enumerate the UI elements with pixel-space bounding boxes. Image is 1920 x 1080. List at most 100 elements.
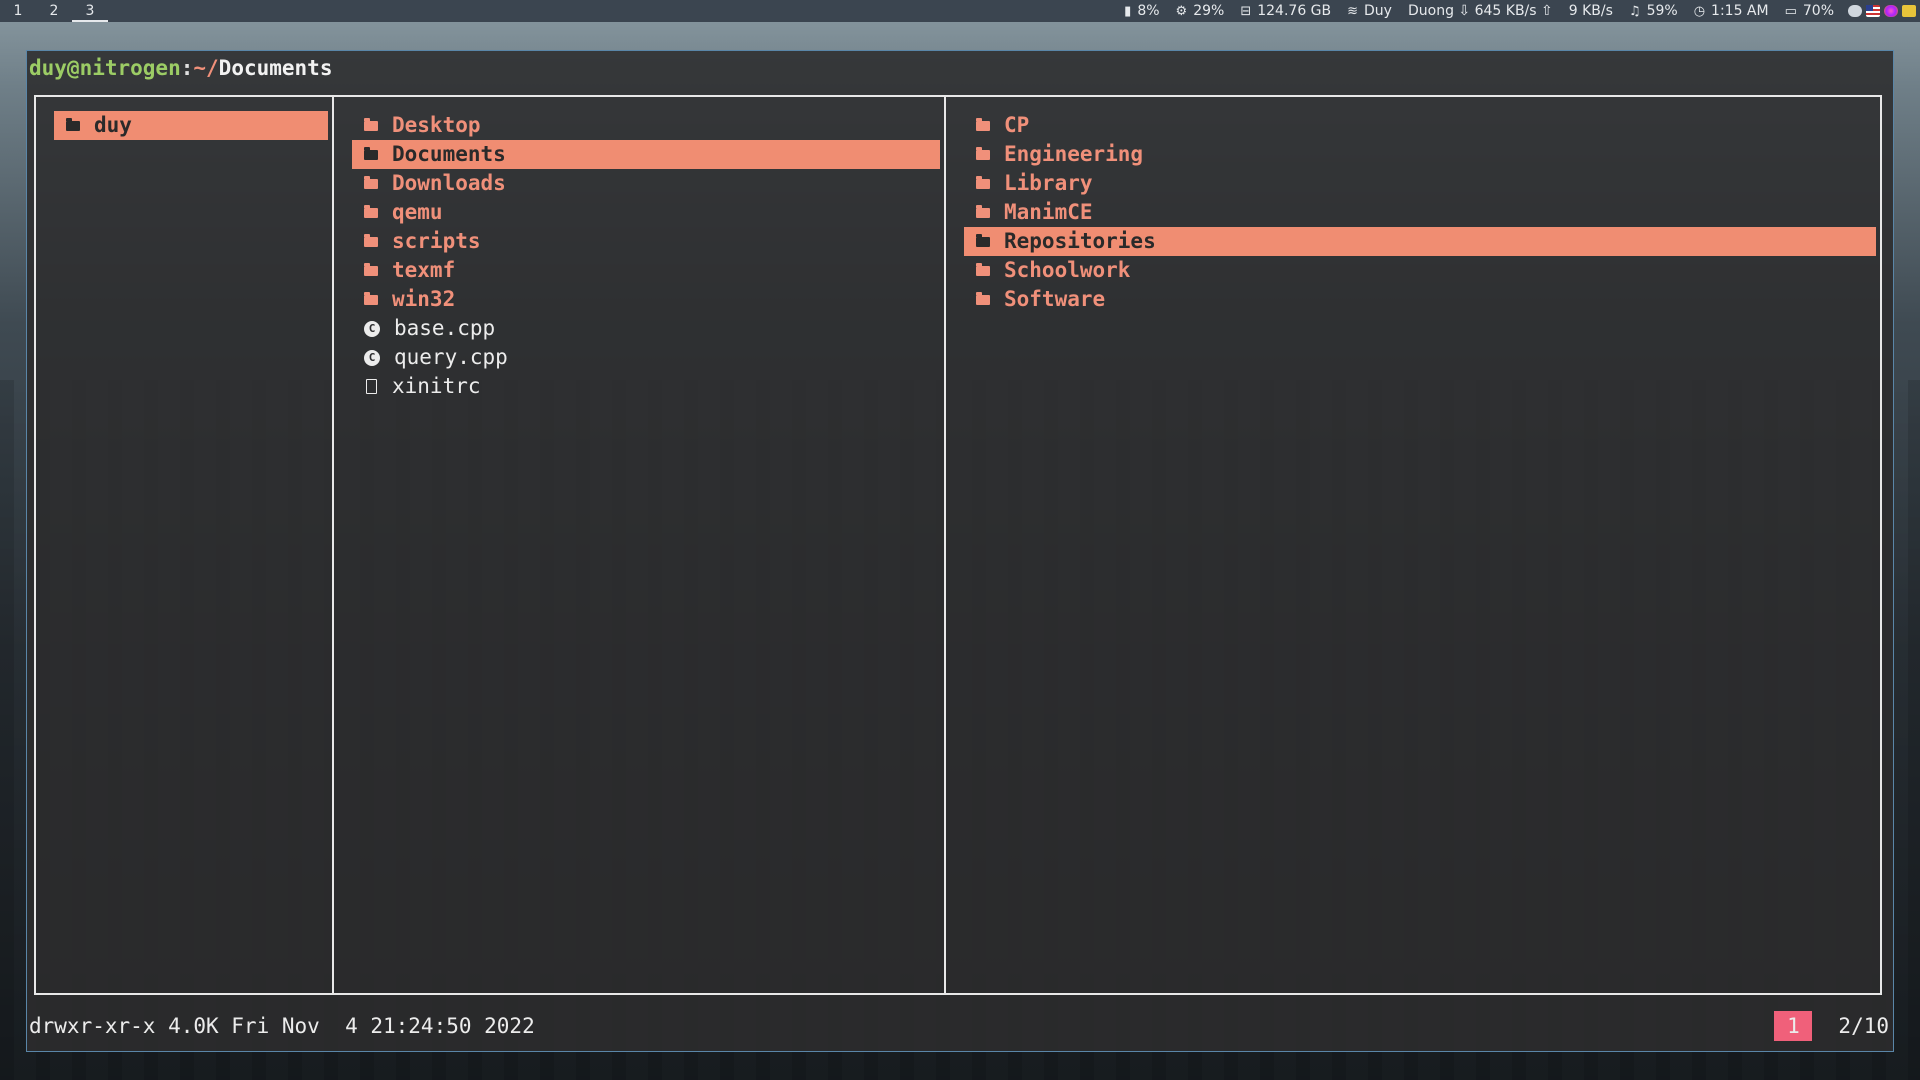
- item-name: duy: [94, 113, 132, 137]
- folder-icon: [976, 262, 990, 276]
- cpp-file-icon: C: [364, 349, 380, 366]
- folder-icon: [364, 291, 378, 305]
- cpu-value: 29%: [1193, 3, 1225, 19]
- list-item[interactable]: scripts: [352, 227, 940, 256]
- list-item[interactable]: Documents: [352, 140, 940, 169]
- item-name: Repositories: [1004, 229, 1156, 253]
- folder-icon: [66, 117, 80, 131]
- clock-value: 1:15 AM: [1711, 3, 1769, 19]
- prompt-directory: Documents: [218, 56, 333, 80]
- item-name: qemu: [392, 200, 443, 224]
- item-name: CP: [1004, 113, 1030, 137]
- list-item[interactable]: ManimCE: [964, 198, 1876, 227]
- current-directory-column: Desktop Documents Downloads qemu scripts: [334, 97, 946, 993]
- volume-module[interactable]: ♫ 59%: [1629, 3, 1678, 19]
- folder-icon: [976, 291, 990, 305]
- cpu-icon: ⚙: [1175, 3, 1188, 19]
- item-name: Desktop: [392, 113, 481, 137]
- status-right: 1 2/10: [1774, 1011, 1889, 1041]
- wifi-icon: ≋: [1347, 3, 1359, 19]
- item-name: Engineering: [1004, 142, 1144, 166]
- folder-icon: [976, 175, 990, 189]
- prompt-colon: :: [180, 56, 194, 80]
- folder-icon: [976, 204, 990, 218]
- workspace-1[interactable]: 1: [0, 0, 36, 22]
- battery-icon: ▭: [1784, 3, 1797, 19]
- item-name: texmf: [392, 258, 456, 282]
- disk-module: ⊟ 124.76 GB: [1240, 3, 1331, 19]
- item-name: win32: [392, 287, 456, 311]
- folder-icon: [364, 117, 378, 131]
- list-item[interactable]: C query.cpp: [352, 343, 940, 372]
- list-item[interactable]: Repositories: [964, 227, 1876, 256]
- us-flag-tray-icon[interactable]: [1866, 5, 1880, 17]
- clock-icon: ◷: [1693, 3, 1706, 19]
- battery-module: ▭ 70%: [1785, 3, 1834, 19]
- cursor-position: 2/10: [1838, 1014, 1889, 1038]
- terminal-window[interactable]: duy@nitrogen:~/Documents duy Desktop Doc…: [26, 50, 1894, 1052]
- wifi-value: Duy: [1364, 3, 1392, 19]
- workspace-switcher: 1 2 3: [0, 0, 108, 22]
- folder-icon: [364, 175, 378, 189]
- item-name: query.cpp: [394, 345, 508, 369]
- color-picker-tray-icon[interactable]: [1884, 5, 1898, 17]
- folder-icon: [976, 233, 990, 247]
- tab-indicator[interactable]: 1: [1774, 1011, 1813, 1041]
- list-item[interactable]: Software: [964, 285, 1876, 314]
- system-tray: [1844, 5, 1916, 17]
- disk-value: 124.76 GB: [1257, 3, 1332, 19]
- list-item[interactable]: C base.cpp: [352, 314, 940, 343]
- upload-module: 9 KB/s: [1569, 3, 1613, 19]
- list-item[interactable]: Downloads: [352, 169, 940, 198]
- list-item[interactable]: win32: [352, 285, 940, 314]
- list-item[interactable]: duy: [54, 111, 328, 140]
- memory-value: 8%: [1137, 3, 1160, 19]
- volume-value: 59%: [1646, 3, 1678, 19]
- list-item[interactable]: CP: [964, 111, 1876, 140]
- item-name: Software: [1004, 287, 1106, 311]
- music-note-icon: ♫: [1628, 3, 1641, 19]
- list-item[interactable]: texmf: [352, 256, 940, 285]
- prompt-path: duy@nitrogen:~/Documents: [29, 54, 332, 82]
- item-name: Downloads: [392, 171, 506, 195]
- folder-icon: [364, 204, 378, 218]
- battery-value: 70%: [1802, 3, 1834, 19]
- file-manager-frame: duy Desktop Documents Downloads qemu scr…: [34, 95, 1882, 995]
- prompt-user: duy@nitrogen: [29, 56, 181, 80]
- list-item[interactable]: Schoolwork: [964, 256, 1876, 285]
- top-status-bar: 1 2 3 ▮ 8% ⚙ 29% ⊟ 124.76 GB ≋ Duy Duong…: [0, 0, 1920, 22]
- item-name: Schoolwork: [1004, 258, 1131, 282]
- folder-icon: [364, 262, 378, 276]
- clock-module: ◷ 1:15 AM: [1694, 3, 1769, 19]
- discord-tray-icon[interactable]: [1848, 5, 1862, 17]
- item-name: base.cpp: [394, 316, 496, 340]
- upload-value: 9 KB/s: [1568, 3, 1613, 19]
- item-name: Documents: [392, 142, 506, 166]
- preview-column: CP Engineering Library ManimCE Repositor…: [946, 97, 1880, 993]
- status-modules: ▮ 8% ⚙ 29% ⊟ 124.76 GB ≋ Duy Duong ⇩ 645…: [1108, 3, 1920, 19]
- list-item[interactable]: xinitrc: [352, 372, 940, 401]
- list-item[interactable]: qemu: [352, 198, 940, 227]
- folder-icon: [364, 233, 378, 247]
- status-line: drwxr-xr-x 4.0K Fri Nov 4 21:24:50 2022 …: [29, 1011, 1889, 1041]
- wifi-module: ≋ Duy: [1347, 3, 1392, 19]
- parent-directory-column: duy: [36, 97, 334, 993]
- list-item[interactable]: Engineering: [964, 140, 1876, 169]
- list-item[interactable]: Desktop: [352, 111, 940, 140]
- network-module: Duong ⇩ 645 KB/s ⇧: [1408, 3, 1553, 19]
- workspace-2[interactable]: 2: [36, 0, 72, 22]
- cpp-file-icon: C: [364, 320, 380, 337]
- memory-icon: ▮: [1124, 3, 1132, 19]
- item-name: xinitrc: [392, 374, 481, 398]
- folder-icon: [976, 117, 990, 131]
- folder-icon: [364, 146, 378, 160]
- prompt-home: ~/: [193, 56, 219, 80]
- notes-tray-icon[interactable]: [1902, 5, 1916, 17]
- item-name: ManimCE: [1004, 200, 1093, 224]
- file-icon: [366, 379, 377, 394]
- item-name: scripts: [392, 229, 481, 253]
- workspace-3[interactable]: 3: [72, 0, 108, 22]
- list-item[interactable]: Library: [964, 169, 1876, 198]
- item-name: Library: [1004, 171, 1093, 195]
- cpu-module: ⚙ 29%: [1176, 3, 1225, 19]
